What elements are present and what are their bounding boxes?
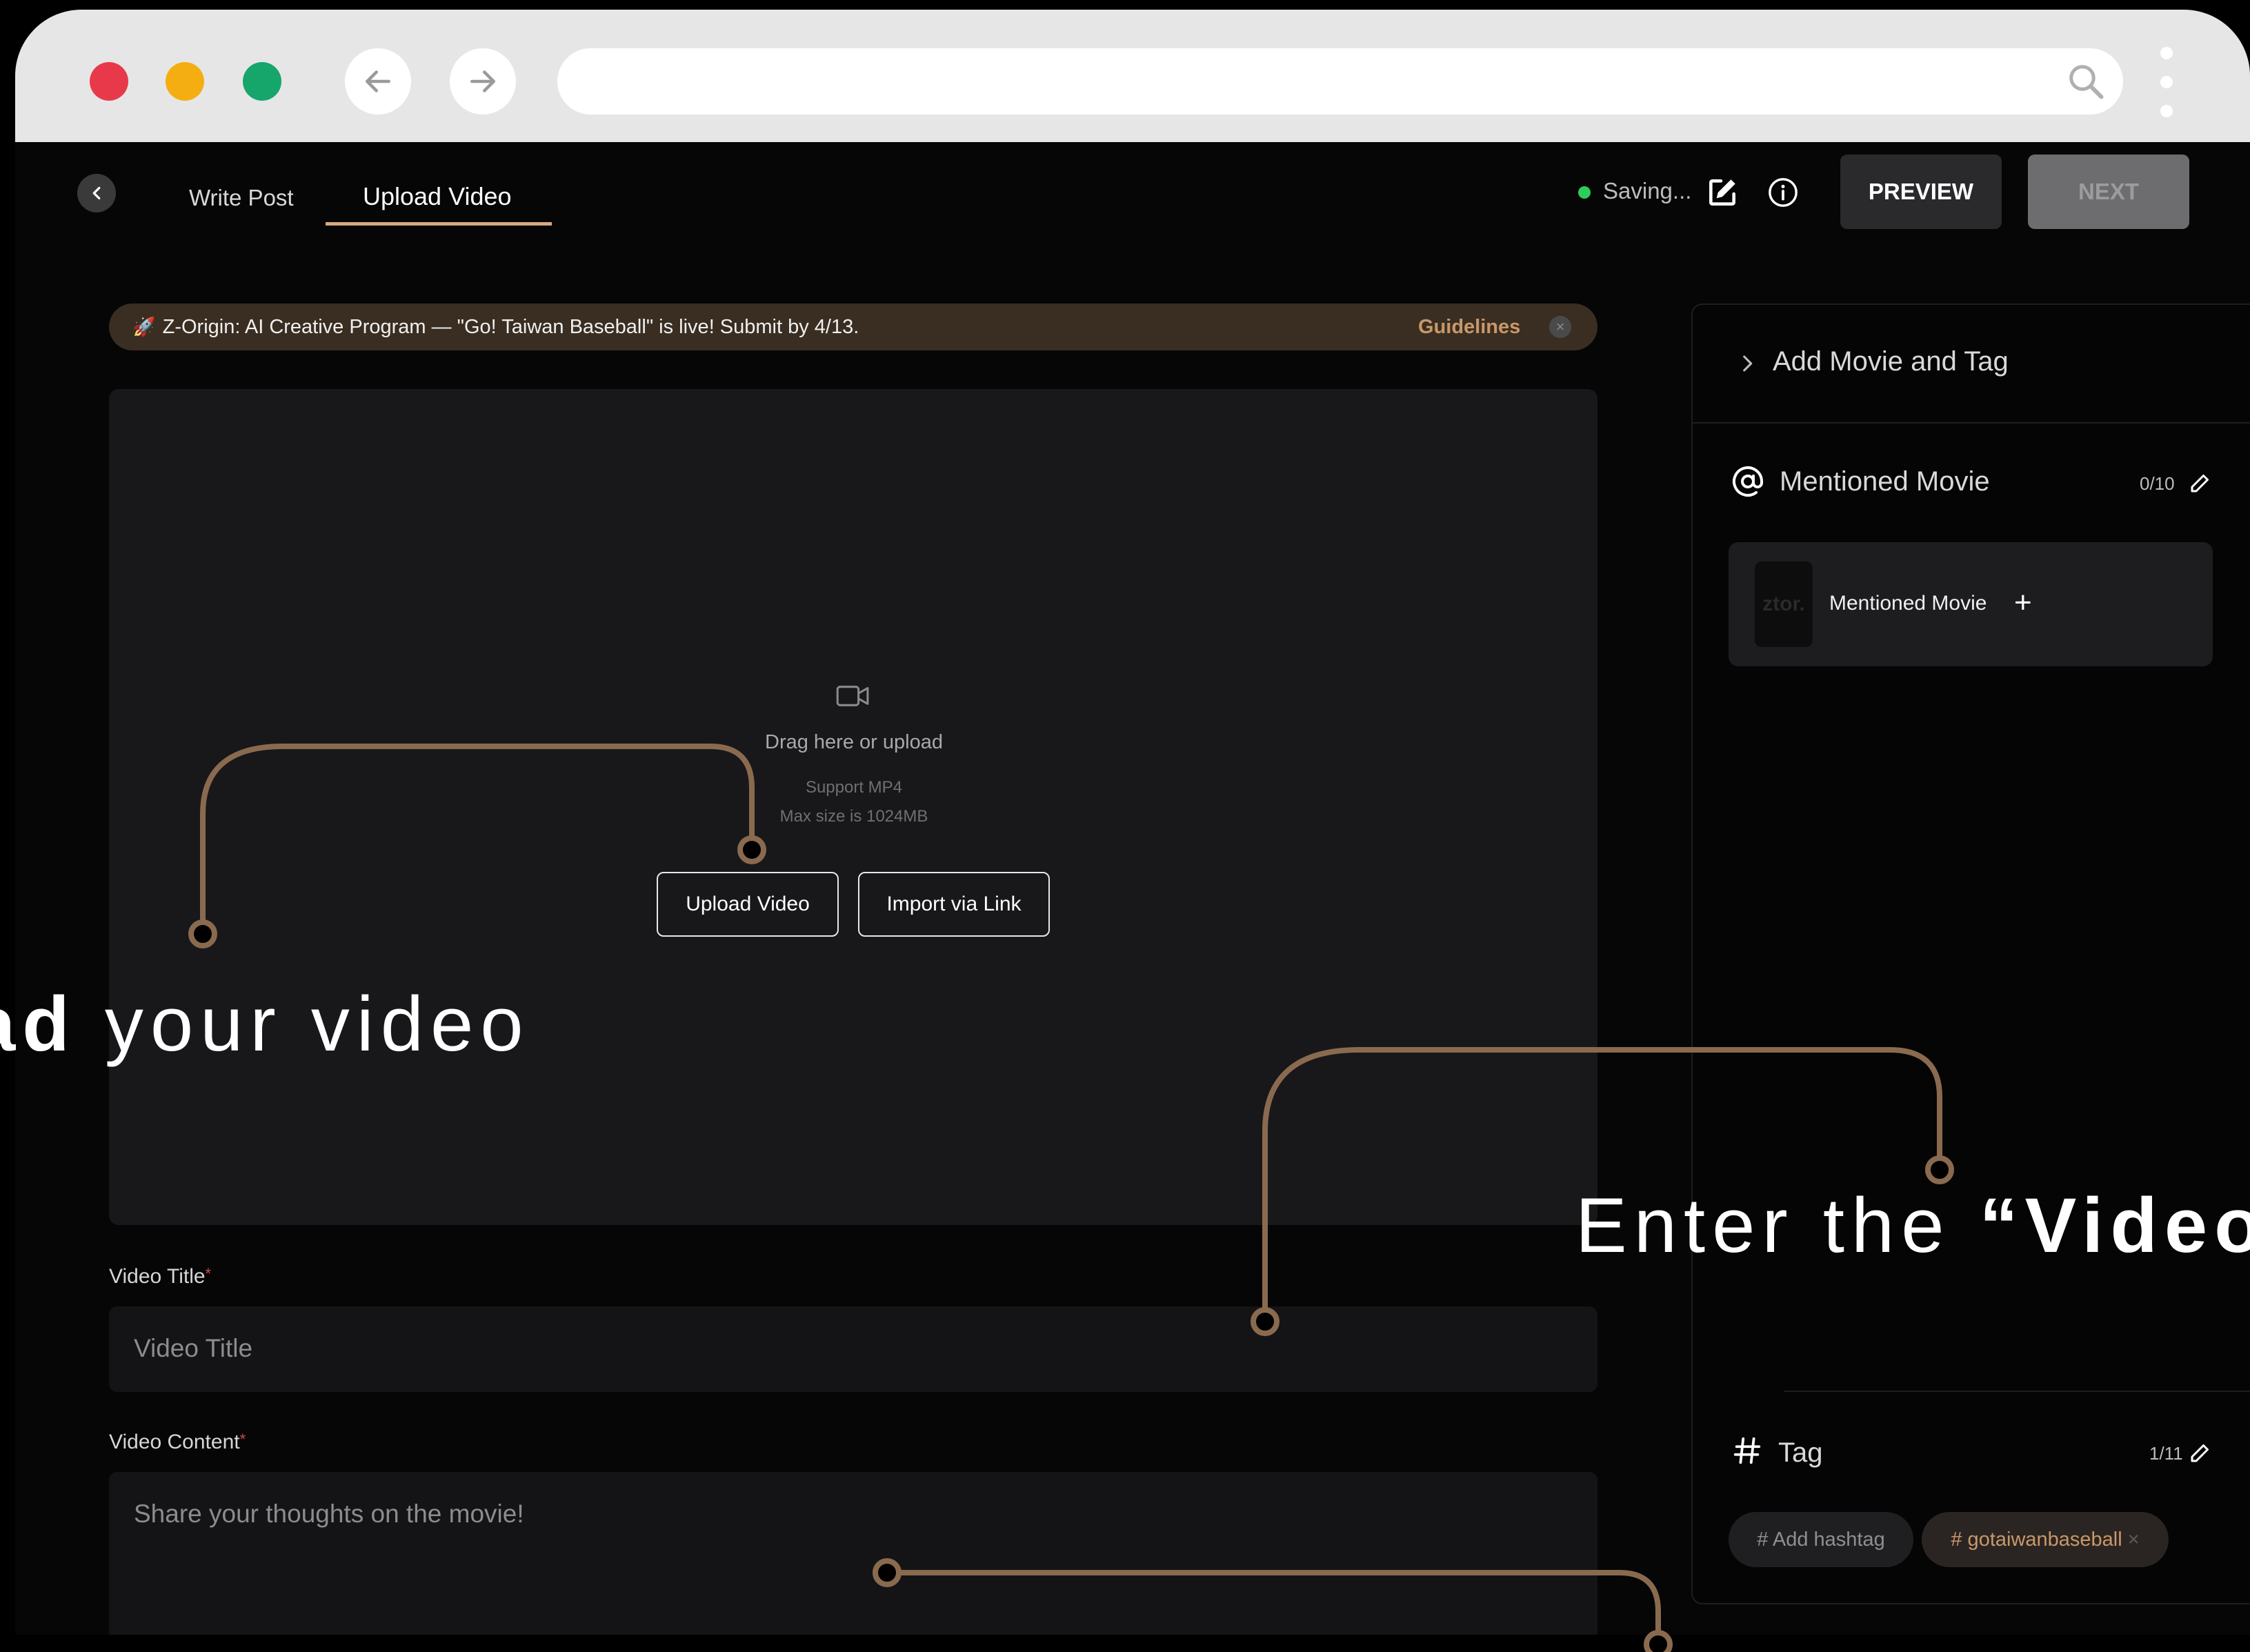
- annotation-upload-rest: your video: [76, 981, 530, 1067]
- annotation-enter-bold: “Video: [1979, 1182, 2250, 1268]
- annotation-enter-caption: Enter the “Video: [1575, 1181, 2250, 1270]
- annotation-upload-caption: ad your video: [0, 979, 530, 1068]
- annotation-upload-bold: ad: [0, 981, 77, 1067]
- annotation-enter-rest: Enter the: [1575, 1182, 1980, 1268]
- annotation-connectors: [188, 744, 1954, 1652]
